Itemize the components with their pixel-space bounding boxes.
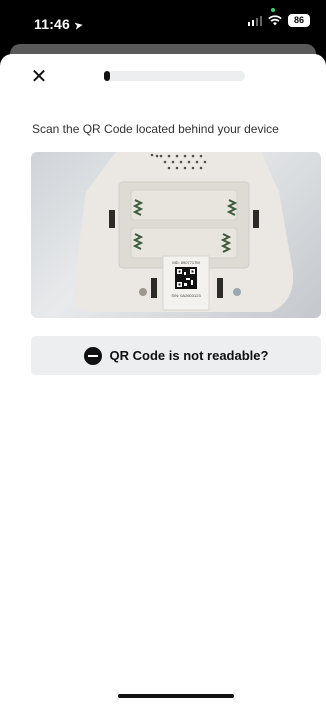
progress-bar-fill	[104, 71, 110, 81]
location-arrow-icon: ➤	[73, 19, 85, 33]
status-bar: 11:46 ➤ 86	[0, 0, 326, 44]
scan-instruction: Scan the QR Code located behind your dev…	[32, 122, 279, 136]
cellular-signal-icon	[247, 15, 262, 26]
wifi-icon	[268, 15, 282, 26]
battery-indicator: 86	[288, 14, 310, 27]
time-text: 11:46	[34, 16, 71, 32]
privacy-indicator-dot	[271, 8, 275, 12]
status-icons: 86	[247, 14, 310, 27]
scan-qr-sheet: ✕ Scan the QR Code located behind your d…	[0, 54, 326, 704]
label-serial: S/N: 0A2603123	[171, 293, 201, 298]
close-icon: ✕	[30, 66, 48, 88]
status-time: 11:46 ➤	[34, 16, 85, 33]
close-button[interactable]: ✕	[28, 66, 50, 88]
qr-not-readable-label: QR Code is not readable?	[109, 348, 269, 363]
home-indicator[interactable]	[118, 694, 234, 698]
minus-circle-icon	[83, 346, 102, 365]
progress-bar	[104, 71, 245, 81]
label-model: MD: 8907717M	[172, 260, 199, 265]
device-back-photo: MD: 8907717M S/N: 0A2603123	[31, 152, 321, 318]
device-illustration: MD: 8907717M S/N: 0A2603123	[72, 152, 294, 312]
qr-not-readable-button[interactable]: QR Code is not readable?	[31, 336, 321, 375]
